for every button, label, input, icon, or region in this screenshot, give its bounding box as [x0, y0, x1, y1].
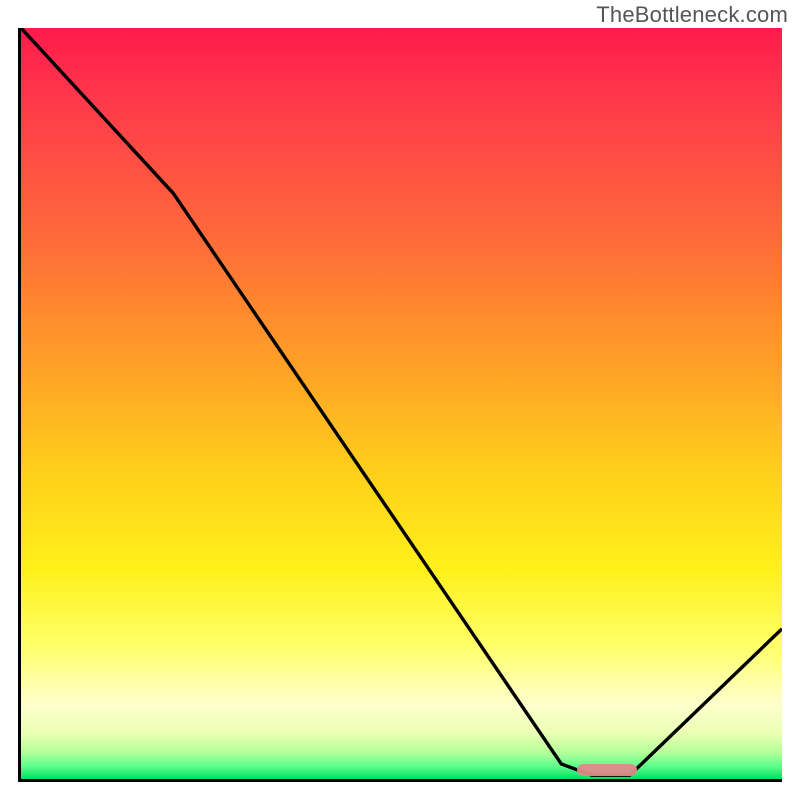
attribution-text: TheBottleneck.com	[596, 2, 788, 28]
curve-svg	[21, 28, 782, 779]
plot-area	[18, 28, 782, 782]
optimal-range-marker	[577, 764, 638, 776]
chart-page: TheBottleneck.com	[0, 0, 800, 800]
bottleneck-curve-path	[21, 28, 782, 775]
